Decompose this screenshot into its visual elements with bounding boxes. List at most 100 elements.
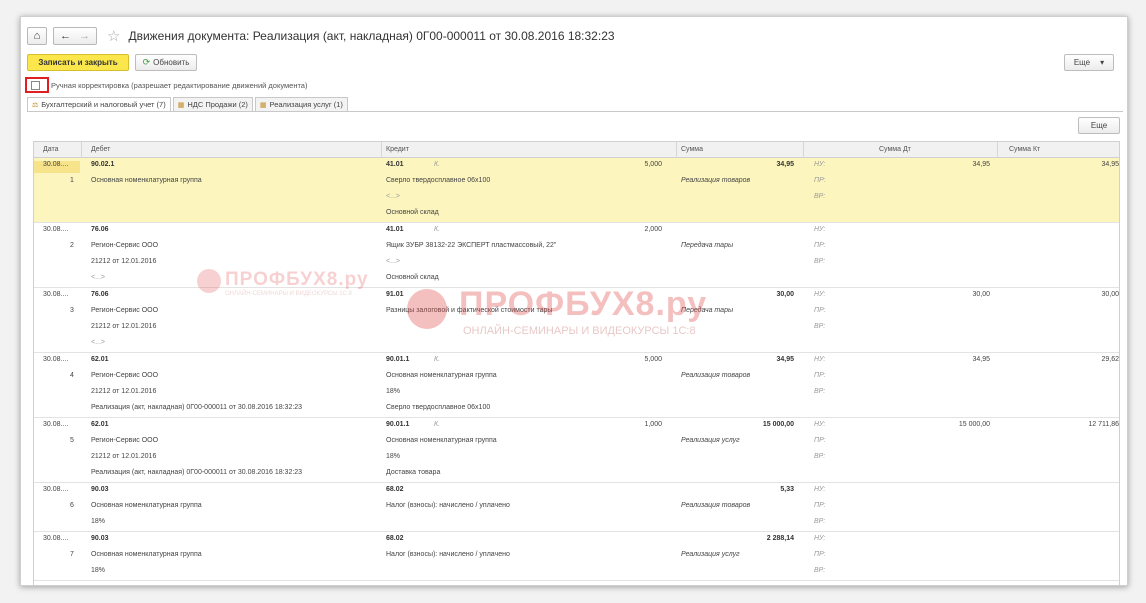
- credit-line: 41.01: [386, 226, 404, 233]
- debit-line: Регион-Сервис ООО: [91, 242, 159, 249]
- manual-correction-row: Ручная корректировка (разрешает редактир…: [25, 77, 308, 93]
- row-number: 4: [70, 372, 74, 379]
- credit-line: Основной склад: [386, 274, 439, 281]
- row-date: 30.08....: [34, 161, 80, 173]
- column-sum-kt[interactable]: Сумма Кт: [1009, 146, 1040, 153]
- tax-account-label: ВР:: [814, 388, 826, 395]
- credit-line: 41.01: [386, 161, 404, 168]
- credit-line: Сверло твердосплавное 06х100: [386, 404, 491, 411]
- column-sum[interactable]: Сумма: [681, 146, 703, 153]
- sum-value: 30,00: [776, 291, 794, 298]
- table-row[interactable]: 30.08.... 5 62.01 Регион-Сервис ООО 21212 от…: [34, 418, 1119, 483]
- refresh-button[interactable]: ⟳ Обновить: [135, 54, 197, 71]
- refresh-icon: ⟳: [142, 57, 151, 67]
- tax-account-label: ПР:: [814, 307, 826, 314]
- table-row[interactable]: 30.08.... 3 76.06 Регион-Сервис ООО 21212 от…: [34, 288, 1119, 353]
- table-body: 30.08.... 1 90.02.1 Основная номенклатурная…: [34, 158, 1119, 581]
- quantity-value: 2,000: [644, 226, 662, 233]
- tax-account-label: НУ:: [814, 486, 826, 493]
- register-tabs: ⚖ Бухгалтерский и налоговый учет (7) ▦ Н…: [27, 97, 350, 111]
- more-label: Еще: [1073, 58, 1091, 67]
- document-movements-window: ⌂ ← → ☆ Движения документа: Реализация (…: [20, 16, 1128, 586]
- sum-kt-value: 29,62: [1101, 356, 1119, 363]
- arrow-right-icon[interactable]: →: [79, 30, 90, 42]
- debit-line: <...>: [91, 274, 106, 281]
- tab-vat-sales[interactable]: ▦ НДС Продажи (2): [172, 97, 253, 111]
- tax-account-label: ВР:: [814, 323, 826, 330]
- manual-correction-checkbox[interactable]: [31, 80, 40, 90]
- credit-line: 68.02: [386, 486, 404, 493]
- sum-value: 15 000,00: [762, 421, 794, 428]
- column-debit[interactable]: Дебет: [91, 146, 110, 153]
- more-button[interactable]: Еще ▾: [1064, 54, 1114, 71]
- credit-k-label: К.: [434, 226, 441, 233]
- tax-account-label: ВР:: [814, 258, 826, 265]
- debit-line: Основная номенклатурная группа: [91, 551, 202, 558]
- home-button[interactable]: ⌂: [27, 27, 47, 45]
- table-row[interactable]: 30.08.... 4 62.01 Регион-Сервис ООО 21212 от…: [34, 353, 1119, 418]
- star-icon[interactable]: ☆: [107, 27, 120, 45]
- movements-table: Дата Дебет Кредит Сумма Сумма Дт Сумма К…: [33, 141, 1120, 585]
- debit-line: 21212 от 12.01.2016: [91, 258, 157, 265]
- debit-line: 76.06: [91, 226, 109, 233]
- sum-value: 34,95: [776, 161, 794, 168]
- sum-value: 5,33: [780, 486, 794, 493]
- tax-account-label: ПР:: [814, 551, 826, 558]
- tab-services-sales[interactable]: ▦ Реализация услуг (1): [254, 97, 348, 111]
- entry-content: Реализация товаров: [681, 502, 751, 509]
- register-icon: ▦: [259, 101, 267, 109]
- credit-line: Основная номенклатурная группа: [386, 437, 497, 444]
- credit-line: <...>: [386, 258, 401, 265]
- entry-content: Передача тары: [681, 307, 734, 314]
- credit-line: 18%: [386, 388, 401, 395]
- debit-line: 62.01: [91, 356, 109, 363]
- table-row[interactable]: 30.08.... 7 90.03 Основная номенклатурная г…: [34, 532, 1119, 581]
- arrow-left-icon[interactable]: ←: [60, 30, 71, 42]
- tax-account-label: ВР:: [814, 518, 826, 525]
- debit-line: 21212 от 12.01.2016: [91, 388, 157, 395]
- debit-line: 18%: [91, 518, 106, 525]
- debit-line: 62.01: [91, 421, 109, 428]
- entry-content: Реализация товаров: [681, 372, 751, 379]
- sum-dt-value: 34,95: [972, 161, 990, 168]
- tab-vat-sales-label: НДС Продажи (2): [187, 100, 248, 109]
- save-and-close-button[interactable]: Записать и закрыть: [27, 54, 129, 71]
- tab-accounting[interactable]: ⚖ Бухгалтерский и налоговый учет (7): [27, 97, 171, 111]
- row-date: 30.08....: [43, 486, 69, 493]
- tax-account-label: НУ:: [814, 161, 826, 168]
- table-row[interactable]: 30.08.... 6 90.03 Основная номенклатурная г…: [34, 483, 1119, 532]
- title-bar: ⌂ ← → ☆ Движения документа: Реализация (…: [27, 25, 615, 47]
- entry-content: Реализация товаров: [681, 177, 751, 184]
- column-sum-dt[interactable]: Сумма Дт: [879, 146, 911, 153]
- sum-kt-value: 12 711,86: [1088, 421, 1119, 428]
- debit-line: 21212 от 12.01.2016: [91, 323, 157, 330]
- column-date[interactable]: Дата: [43, 146, 59, 153]
- debit-line: Основная номенклатурная группа: [91, 502, 202, 509]
- tax-account-label: НУ:: [814, 226, 826, 233]
- credit-line: 90.01.1: [386, 356, 410, 363]
- sum-kt-value: 30,00: [1101, 291, 1119, 298]
- sum-value: 2 288,14: [766, 535, 794, 542]
- row-date: 30.08....: [43, 535, 69, 542]
- tax-account-label: ПР:: [814, 242, 826, 249]
- refresh-label: Обновить: [153, 58, 190, 67]
- credit-line: Ящик ЗУБР 38132-22 ЭКСПЕРТ пластмассовый…: [386, 242, 557, 249]
- debit-line: 90.02.1: [91, 161, 115, 168]
- credit-line: Доставка товара: [386, 469, 441, 476]
- table-more-button[interactable]: Еще: [1078, 117, 1120, 134]
- sum-dt-value: 30,00: [972, 291, 990, 298]
- tax-account-label: ПР:: [814, 502, 826, 509]
- sum-dt-value: 15 000,00: [958, 421, 990, 428]
- credit-line: 90.01.1: [386, 421, 410, 428]
- tab-services-sales-label: Реализация услуг (1): [269, 100, 343, 109]
- row-date: 30.08....: [43, 291, 69, 298]
- navigation-buttons: ← →: [53, 27, 97, 45]
- tax-account-label: НУ:: [814, 356, 826, 363]
- debit-line: Регион-Сервис ООО: [91, 307, 159, 314]
- quantity-value: 1,000: [644, 421, 662, 428]
- column-credit[interactable]: Кредит: [386, 146, 409, 153]
- table-row[interactable]: 30.08.... 2 76.06 Регион-Сервис ООО 21212 от…: [34, 223, 1119, 288]
- table-header: Дата Дебет Кредит Сумма Сумма Дт Сумма К…: [34, 142, 1119, 158]
- manual-correction-label: Ручная корректировка (разрешает редактир…: [51, 80, 308, 90]
- table-row[interactable]: 30.08.... 1 90.02.1 Основная номенклатурная…: [34, 158, 1119, 223]
